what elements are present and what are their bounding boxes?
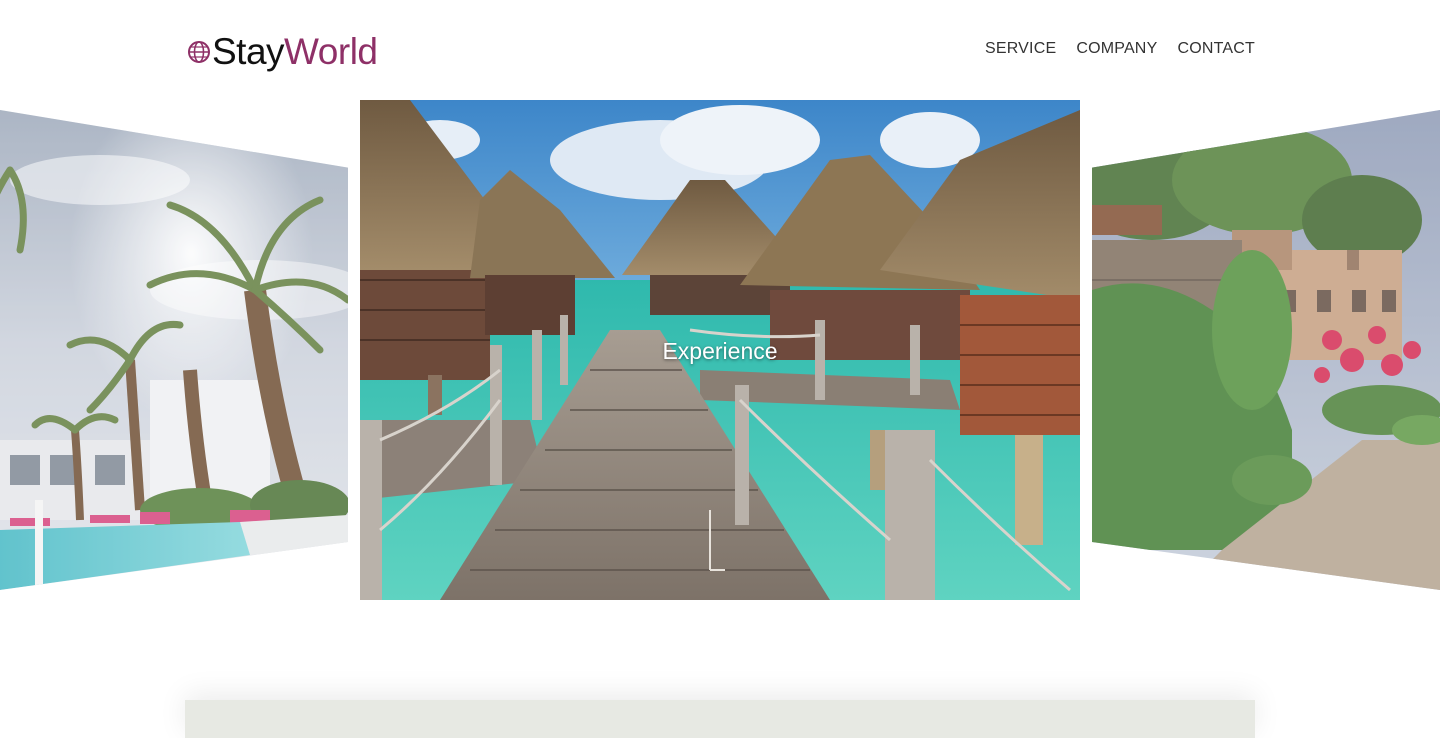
brand-name-second: World xyxy=(284,31,378,72)
brand-logo[interactable]: Stay World xyxy=(187,30,378,74)
image-carousel: Experience xyxy=(0,100,1440,600)
slide-caption: Experience xyxy=(662,338,778,364)
carousel-slide-prev[interactable] xyxy=(0,110,348,590)
content-panel xyxy=(185,700,1255,738)
carousel-slide-active[interactable]: Experience xyxy=(360,100,1080,600)
slide-dim-overlay xyxy=(0,110,348,590)
main-nav: SERVICE COMPANY CONTACT xyxy=(985,40,1255,58)
slide-dim-overlay xyxy=(1092,110,1440,590)
nav-link-contact[interactable]: CONTACT xyxy=(1177,40,1255,58)
nav-link-service[interactable]: SERVICE xyxy=(985,40,1056,58)
carousel-slide-next[interactable] xyxy=(1092,110,1440,590)
globe-icon xyxy=(188,41,210,63)
brand-name-first: Stay xyxy=(212,31,285,72)
site-header: Stay World SERVICE COMPANY CONTACT xyxy=(0,0,1440,100)
nav-link-company[interactable]: COMPANY xyxy=(1076,40,1157,58)
